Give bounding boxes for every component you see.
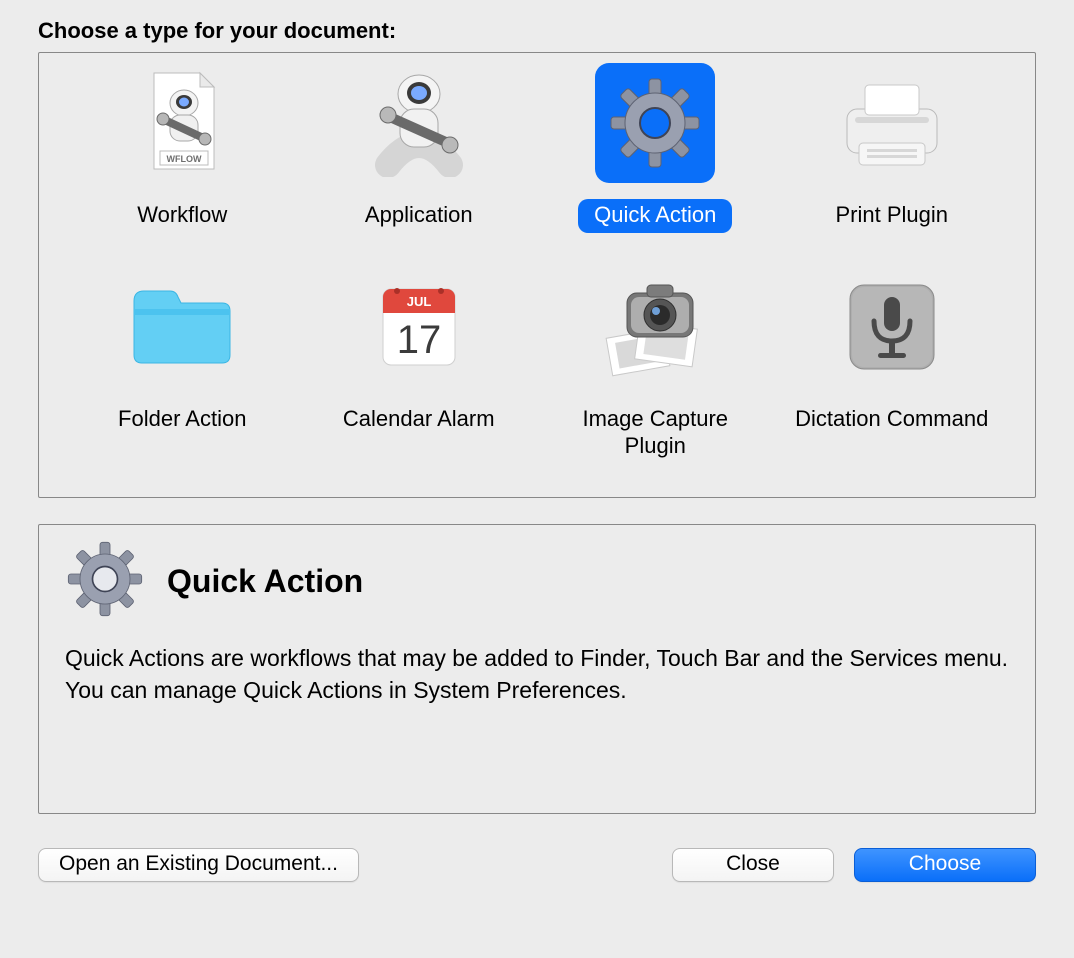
type-image-capture-plugin[interactable]: Image Capture Plugin	[542, 267, 769, 464]
svg-text:JUL: JUL	[406, 294, 431, 309]
camera-icon	[595, 267, 715, 387]
type-print-plugin[interactable]: Print Plugin	[779, 63, 1006, 233]
type-quick-action-label: Quick Action	[578, 199, 732, 233]
type-calendar-alarm-label: Calendar Alarm	[327, 403, 511, 437]
type-quick-action[interactable]: Quick Action	[542, 63, 769, 233]
type-dictation-command[interactable]: Dictation Command	[779, 267, 1006, 464]
dialog-footer: Open an Existing Document... Close Choos…	[38, 848, 1036, 882]
calendar-icon: JUL 17	[359, 267, 479, 387]
type-image-capture-plugin-label: Image Capture Plugin	[542, 403, 769, 464]
svg-text:17: 17	[397, 318, 442, 362]
type-application[interactable]: Application	[306, 63, 533, 233]
detail-description: Quick Actions are workflows that may be …	[65, 642, 1009, 706]
type-workflow[interactable]: WFLOW Workflow	[69, 63, 296, 233]
type-calendar-alarm[interactable]: JUL 17 Calendar Alarm	[306, 267, 533, 464]
gear-icon	[595, 63, 715, 183]
type-workflow-label: Workflow	[121, 199, 243, 233]
type-dictation-command-label: Dictation Command	[779, 403, 1004, 437]
type-folder-action[interactable]: Folder Action	[69, 267, 296, 464]
open-existing-button[interactable]: Open an Existing Document...	[38, 848, 359, 882]
folder-icon	[122, 267, 242, 387]
workflow-icon: WFLOW	[122, 63, 242, 183]
detail-title: Quick Action	[167, 563, 363, 600]
printer-icon	[832, 63, 952, 183]
detail-panel: Quick Action Quick Actions are workflows…	[38, 524, 1036, 814]
microphone-icon	[832, 267, 952, 387]
gear-icon	[65, 539, 145, 624]
application-icon	[359, 63, 479, 183]
dialog-heading: Choose a type for your document:	[38, 18, 1036, 44]
type-folder-action-label: Folder Action	[102, 403, 262, 437]
choose-button[interactable]: Choose	[854, 848, 1036, 882]
svg-text:WFLOW: WFLOW	[167, 154, 202, 164]
close-button[interactable]: Close	[672, 848, 834, 882]
type-print-plugin-label: Print Plugin	[819, 199, 964, 233]
document-type-grid: WFLOW Workflow	[38, 52, 1036, 498]
type-application-label: Application	[349, 199, 489, 233]
